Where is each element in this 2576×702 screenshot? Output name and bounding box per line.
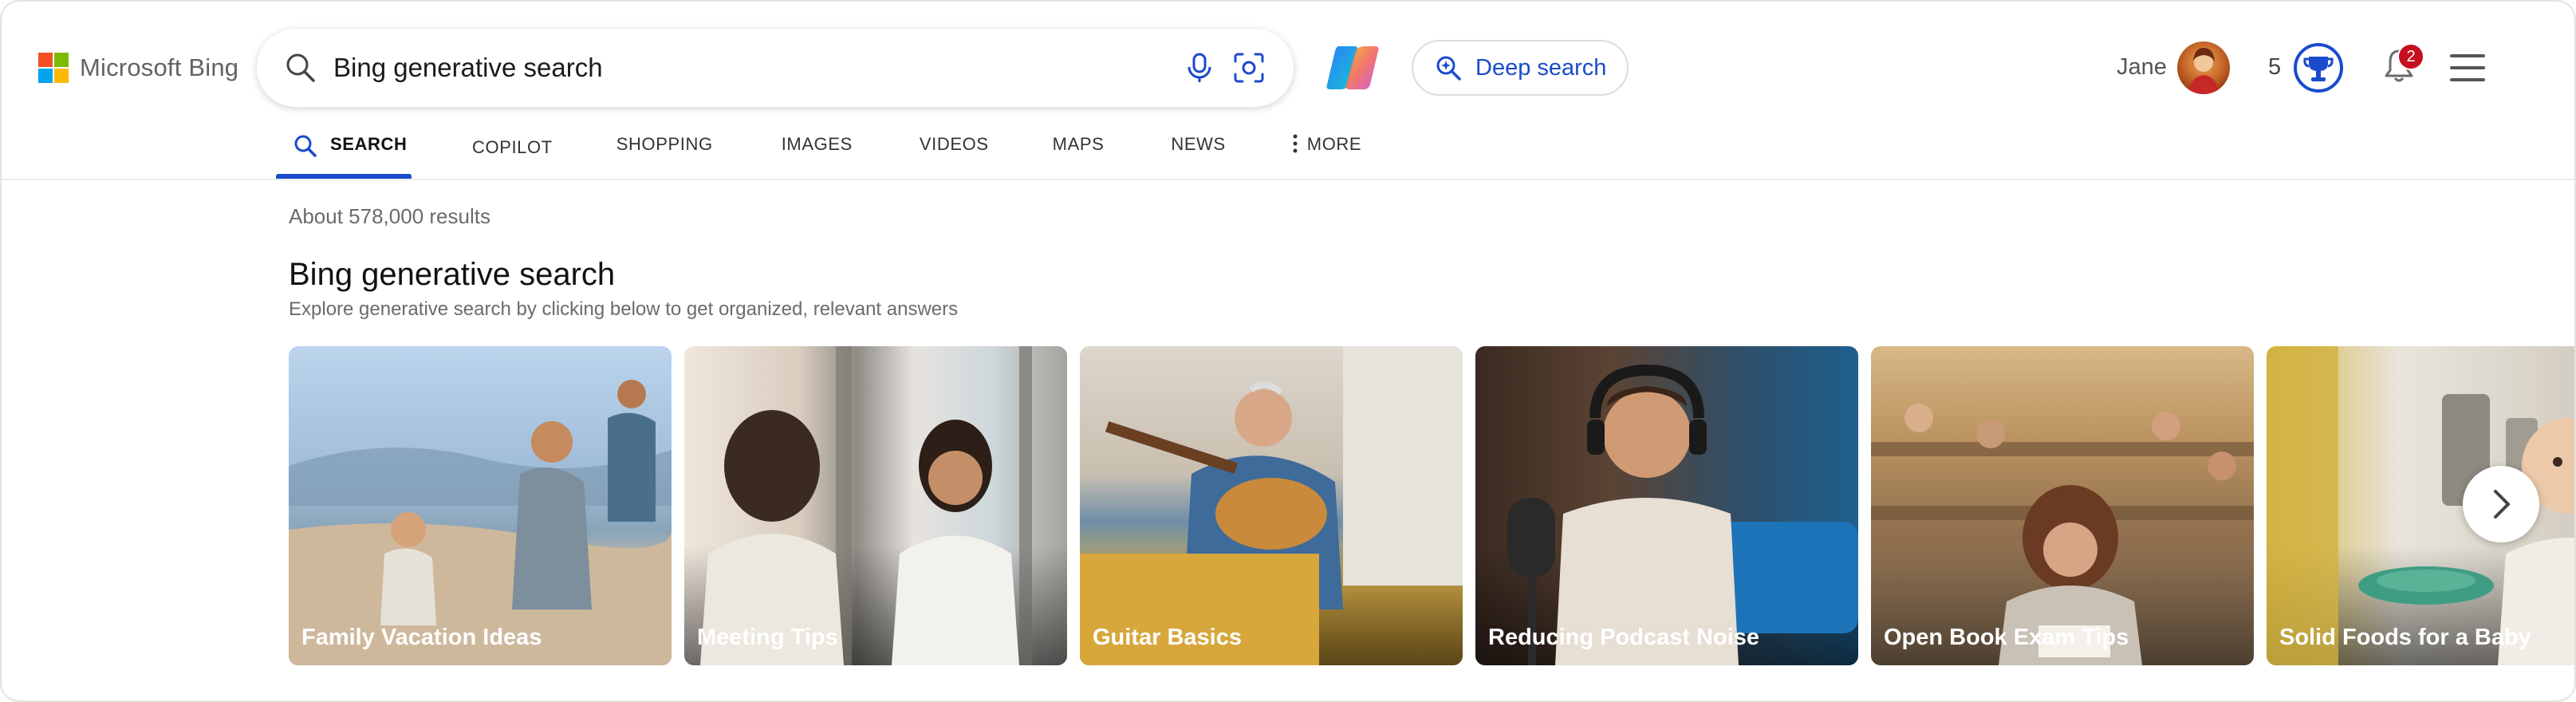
tab-label: IMAGES xyxy=(781,134,853,154)
search-box[interactable] xyxy=(257,29,1294,107)
bing-logo[interactable]: Microsoft Bing xyxy=(38,53,238,83)
tab-search[interactable]: SEARCH xyxy=(276,126,412,179)
generative-search-carousel: Family Vacation Ideas Meeting Tips Guita… xyxy=(289,346,2574,665)
deep-search-label: Deep search xyxy=(1475,54,1607,81)
chevron-right-icon xyxy=(2494,490,2510,519)
results-count: About 578,000 results xyxy=(289,204,490,228)
avatar[interactable] xyxy=(2177,41,2230,94)
tab-label: SHOPPING xyxy=(616,134,713,154)
logo-text: Microsoft Bing xyxy=(80,53,239,81)
search-icon[interactable] xyxy=(284,51,317,85)
card-label: Reducing Podcast Noise xyxy=(1488,625,1760,650)
tab-videos[interactable]: VIDEOS xyxy=(920,126,989,179)
card-image xyxy=(700,346,1032,665)
copilot-icon[interactable] xyxy=(1322,41,1383,94)
tab-label: MORE xyxy=(1306,134,1362,154)
card-meeting-tips[interactable]: Meeting Tips xyxy=(684,346,1067,665)
tab-label: COPILOT xyxy=(472,137,553,157)
tab-label: SEARCH xyxy=(330,134,408,154)
card-family-vacation-ideas[interactable]: Family Vacation Ideas xyxy=(289,346,672,665)
microsoft-logo-icon xyxy=(38,53,69,83)
search-tab-icon xyxy=(294,135,317,157)
card-image xyxy=(1507,364,1858,665)
search-tabs: SEARCH COPILOT SHOPPING IMAGES VIDEOS MA… xyxy=(276,126,1361,179)
card-open-book-exam-tips[interactable]: Open Book Exam Tips xyxy=(1871,346,2254,665)
tab-copilot[interactable]: COPILOT xyxy=(472,126,553,179)
card-label: Meeting Tips xyxy=(697,625,838,650)
card-image xyxy=(289,380,672,665)
carousel-next-button[interactable] xyxy=(2463,466,2539,542)
visual-search-icon[interactable] xyxy=(1231,50,1266,85)
hamburger-menu-icon[interactable] xyxy=(2450,54,2485,81)
tab-shopping[interactable]: SHOPPING xyxy=(616,126,713,179)
card-label: Open Book Exam Tips xyxy=(1884,625,2129,650)
card-label: Family Vacation Ideas xyxy=(301,625,542,650)
more-dots-icon xyxy=(1293,134,1298,153)
card-image xyxy=(1871,404,2254,665)
tab-images[interactable]: IMAGES xyxy=(782,126,853,179)
card-image xyxy=(1080,346,1463,665)
deep-search-button[interactable]: Deep search xyxy=(1412,40,1629,96)
tab-label: NEWS xyxy=(1171,134,1226,154)
notification-badge: 2 xyxy=(2397,43,2424,70)
tab-label: VIDEOS xyxy=(919,134,989,154)
card-label: Solid Foods for a Baby xyxy=(2279,625,2531,650)
microphone-icon[interactable] xyxy=(1182,50,1217,85)
tab-label: MAPS xyxy=(1052,134,1105,154)
deep-search-icon xyxy=(1436,56,1461,81)
card-label: Guitar Basics xyxy=(1093,625,1242,650)
tab-maps[interactable]: MAPS xyxy=(1053,126,1105,179)
browser-page: Microsoft Bing Bing generative search De… xyxy=(0,0,2576,702)
tab-news[interactable]: NEWS xyxy=(1171,126,1225,179)
header-divider xyxy=(2,179,2574,180)
search-input[interactable] xyxy=(333,53,1051,83)
avatar-image xyxy=(2188,48,2219,94)
tab-more[interactable]: MORE xyxy=(1293,126,1361,179)
card-reducing-podcast-noise[interactable]: Reducing Podcast Noise xyxy=(1475,346,1858,665)
section-title: Bing generative search xyxy=(289,257,616,292)
user-name[interactable]: Jane xyxy=(2117,54,2167,81)
section-subtitle: Explore generative search by clicking be… xyxy=(289,298,959,320)
card-guitar-basics[interactable]: Guitar Basics xyxy=(1080,346,1463,665)
rewards-icon[interactable] xyxy=(2292,41,2345,94)
rewards-count[interactable]: 5 xyxy=(2268,54,2281,81)
